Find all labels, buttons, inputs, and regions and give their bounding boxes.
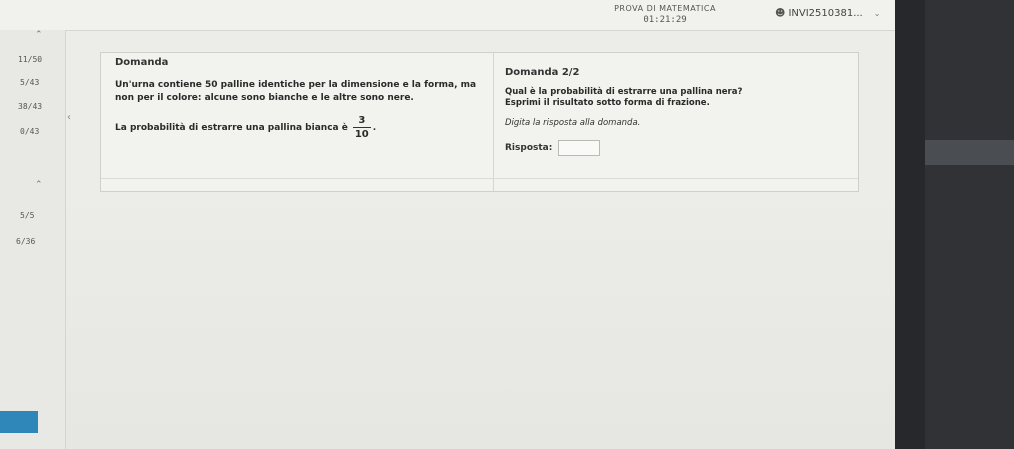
question-context: Domanda Un'urna contiene 50 palline iden…: [115, 57, 485, 140]
user-icon: ☻: [775, 8, 786, 19]
subquestion-label: Domanda 2/2: [505, 67, 580, 78]
user-menu[interactable]: ☻ INVI2510381... ⌄: [775, 8, 880, 19]
subquestion-text-line1: Qual è la probabilità di estrarre una pa…: [505, 87, 743, 97]
timer: 01:21:29: [643, 15, 687, 25]
question-card: Domanda Un'urna contiene 50 palline iden…: [100, 52, 859, 192]
background-object: [925, 140, 1014, 165]
probability-text: La probabilità di estrarre una pallina b…: [115, 122, 348, 133]
section-counter[interactable]: 0/43: [20, 127, 39, 136]
row-divider: [101, 178, 858, 179]
chevron-down-icon[interactable]: ⌄: [874, 9, 881, 18]
section-counter[interactable]: 11/50: [18, 55, 42, 64]
fraction-denominator: 10: [352, 127, 371, 140]
question-label: Domanda: [115, 57, 169, 68]
fraction: 3 10: [352, 115, 371, 140]
chevron-up-icon[interactable]: ⌃: [35, 30, 43, 40]
answer-label: Risposta:: [505, 143, 553, 153]
exam-title: PROVA DI MATEMATICA: [614, 4, 716, 13]
fraction-numerator: 3: [358, 115, 366, 126]
answer-input[interactable]: [558, 140, 601, 156]
section-counter[interactable]: 38/43: [18, 102, 42, 111]
answer-hint: Digita la risposta alla domanda.: [505, 118, 641, 128]
question-text: Un'urna contiene 50 palline identiche pe…: [115, 80, 477, 103]
fraction-period: .: [372, 122, 377, 133]
subquestion-panel: Domanda 2/2 Qual è la probabilità di est…: [505, 67, 845, 156]
chevron-up-icon[interactable]: ⌃: [35, 180, 43, 190]
user-id: INVI2510381...: [788, 8, 863, 19]
chevron-left-icon[interactable]: ‹: [67, 112, 71, 123]
section-counter[interactable]: 5/5: [20, 211, 34, 220]
section-navigator: ⌃ 11/50 5/43 38/43 0/43 ⌃ 5/5 6/36: [0, 30, 66, 449]
exam-screen: PROVA DI MATEMATICA 01:21:29 ☻ INVI25103…: [0, 0, 895, 449]
subquestion-text-line2: Esprimi il risultato sotto forma di fraz…: [505, 98, 710, 108]
answer-row: Risposta:: [505, 140, 845, 156]
active-section-marker[interactable]: [0, 411, 38, 433]
section-counter[interactable]: 5/43: [20, 78, 39, 87]
top-bar: PROVA DI MATEMATICA 01:21:29 ☻ INVI25103…: [0, 0, 895, 31]
column-divider: [493, 53, 494, 191]
section-counter[interactable]: 6/36: [16, 237, 35, 246]
screen-bezel: [895, 0, 925, 449]
probability-statement: La probabilità di estrarre una pallina b…: [115, 115, 485, 140]
